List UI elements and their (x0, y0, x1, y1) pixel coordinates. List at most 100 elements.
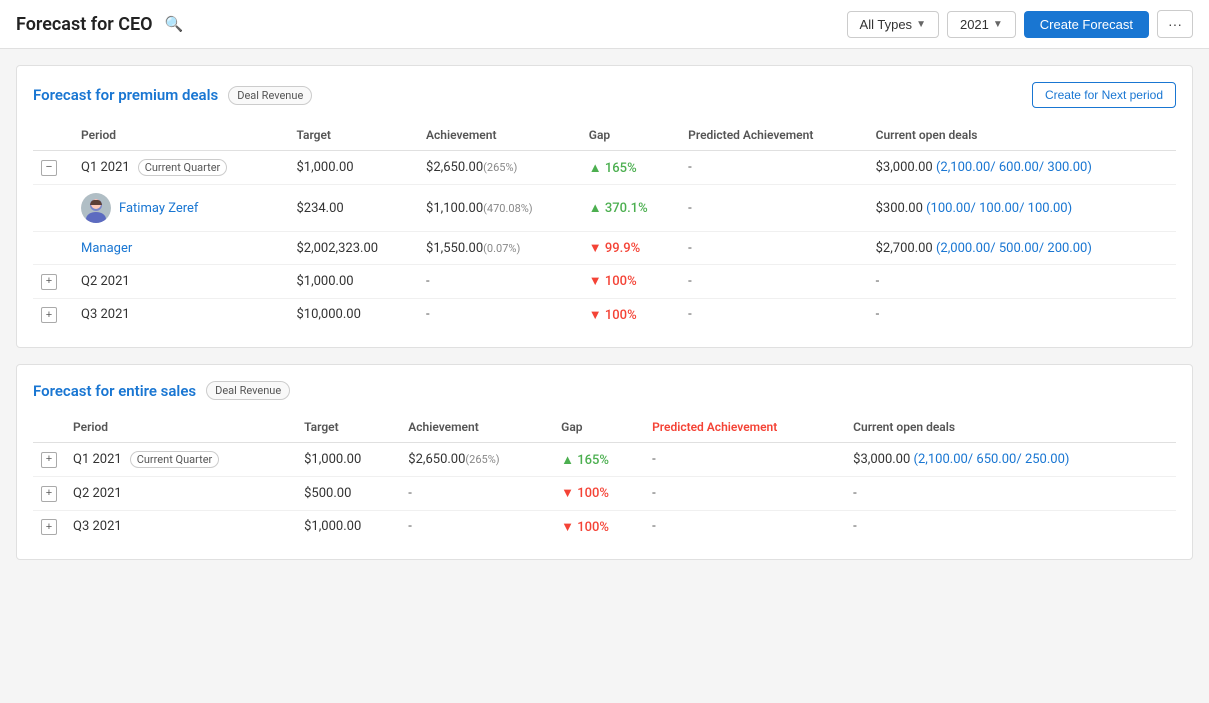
period-label: Q1 2021 (73, 452, 122, 467)
collapse-button[interactable]: − (41, 160, 57, 176)
achievement-cell: - (418, 298, 581, 331)
col-expand (33, 120, 73, 151)
col-predicted-header: Predicted Achievement (680, 120, 867, 151)
open-deals-cell: $3,000.00 (2,100.00/ 600.00/ 300.00) (868, 151, 1176, 185)
gap-cell: ▼ 100% (553, 477, 644, 511)
target-cell: $1,000.00 (296, 443, 400, 477)
gap-cell: ▲ 165% (553, 443, 644, 477)
open-deals-cell: - (868, 265, 1176, 299)
table-row: + Q2 2021 $500.00 - ▼ 100% - - (33, 477, 1176, 511)
table-row: + Q2 2021 $1,000.00 - ▼ 100% - - (33, 265, 1176, 299)
col-target-header: Target (288, 120, 418, 151)
gap-value: ▼ 100% (561, 486, 609, 501)
person-cell: Fatimay Zeref (73, 185, 288, 232)
expand-button[interactable]: + (41, 274, 57, 290)
type-filter-label: All Types (860, 17, 913, 32)
type-filter-arrow-icon: ▼ (916, 19, 926, 30)
expand-button[interactable]: + (41, 307, 57, 323)
open-deals-cell: - (845, 477, 1176, 511)
create-next-period-button[interactable]: Create for Next period (1032, 82, 1176, 108)
main-content: Forecast for premium deals Deal Revenue … (0, 49, 1209, 576)
year-filter-dropdown[interactable]: 2021 ▼ (947, 11, 1016, 38)
search-icon-button[interactable]: 🔍 (161, 13, 188, 35)
achievement-cell: $1,550.00(0.07%) (418, 232, 581, 265)
more-options-button[interactable]: ··· (1157, 10, 1193, 38)
target-cell: $1,000.00 (296, 510, 400, 543)
table-row: + Q3 2021 $10,000.00 - ▼ 100% - - (33, 298, 1176, 331)
predicted-cell: - (680, 185, 867, 232)
card-header-left-premium: Forecast for premium deals Deal Revenue (33, 86, 312, 105)
forecast-card-entire: Forecast for entire sales Deal Revenue P… (16, 364, 1193, 560)
create-forecast-button[interactable]: Create Forecast (1024, 11, 1149, 38)
table-row: Manager $2,002,323.00 $1,550.00(0.07%) ▼… (33, 232, 1176, 265)
period-label: Q2 2021 (81, 274, 130, 289)
forecast-card-premium: Forecast for premium deals Deal Revenue … (16, 65, 1193, 348)
period-label: Q3 2021 (73, 519, 122, 534)
col-open-deals-header: Current open deals (868, 120, 1176, 151)
achievement-cell: - (418, 265, 581, 299)
expand-cell: + (33, 265, 73, 299)
gap-value: ▼ 100% (561, 520, 609, 535)
period-cell: Q3 2021 (65, 510, 296, 543)
achievement-cell: $2,650.00(265%) (418, 151, 581, 185)
header: Forecast for CEO 🔍 All Types ▼ 2021 ▼ Cr… (0, 0, 1209, 49)
open-deals-cell: $2,700.00 (2,000.00/ 500.00/ 200.00) (868, 232, 1176, 265)
gap-value: ▼ 99.9% (589, 241, 640, 256)
gap-cell: ▲ 370.1% (581, 185, 680, 232)
open-deals-cell: - (845, 510, 1176, 543)
current-quarter-badge: Current Quarter (130, 451, 220, 468)
period-cell: Q1 2021 Current Quarter (65, 443, 296, 477)
expand-cell: − (33, 151, 73, 185)
achievement-cell: - (400, 477, 553, 511)
predicted-cell: - (680, 298, 867, 331)
period-cell: Q2 2021 (73, 265, 288, 299)
expand-button[interactable]: + (41, 486, 57, 502)
expand-cell: + (33, 510, 65, 543)
open-deals-cell: - (868, 298, 1176, 331)
predicted-cell: - (644, 477, 845, 511)
gap-value: ▲ 370.1% (589, 201, 648, 216)
achievement-cell: - (400, 510, 553, 543)
type-filter-dropdown[interactable]: All Types ▼ (847, 11, 939, 38)
expand-button[interactable]: + (41, 452, 57, 468)
target-cell: $2,002,323.00 (288, 232, 418, 265)
achievement-cell: $2,650.00(265%) (400, 443, 553, 477)
premium-title: Forecast for premium deals (33, 86, 218, 104)
page-title: Forecast for CEO (16, 14, 153, 35)
gap-cell: ▼ 100% (553, 510, 644, 543)
gap-cell: ▲ 165% (581, 151, 680, 185)
predicted-cell: - (644, 443, 845, 477)
expand-button[interactable]: + (41, 519, 57, 535)
expand-cell: + (33, 477, 65, 511)
col-gap-header: Gap (553, 412, 644, 443)
gap-value: ▲ 165% (589, 161, 637, 176)
table-row: + Q1 2021 Current Quarter $1,000.00 $2,6… (33, 443, 1176, 477)
premium-table-header: Period Target Achievement Gap Predicted … (33, 120, 1176, 151)
target-cell: $10,000.00 (288, 298, 418, 331)
person-name[interactable]: Fatimay Zeref (119, 201, 198, 216)
predicted-cell: - (680, 265, 867, 299)
gap-value: ▲ 165% (561, 453, 609, 468)
period-cell: Q1 2021 Current Quarter (73, 151, 288, 185)
target-cell: $1,000.00 (288, 151, 418, 185)
gap-value: ▼ 100% (589, 308, 637, 323)
table-row: − Q1 2021 Current Quarter $1,000.00 $2,6… (33, 151, 1176, 185)
target-cell: $1,000.00 (288, 265, 418, 299)
period-cell: Q3 2021 (73, 298, 288, 331)
gap-value: ▼ 100% (589, 274, 637, 289)
col-predicted-header: Predicted Achievement (644, 412, 845, 443)
col-gap-header: Gap (581, 120, 680, 151)
predicted-cell: - (680, 151, 867, 185)
card-header-premium: Forecast for premium deals Deal Revenue … (33, 82, 1176, 108)
gap-cell: ▼ 100% (581, 265, 680, 299)
period-label: Q2 2021 (73, 486, 122, 501)
year-filter-label: 2021 (960, 17, 989, 32)
col-period-header: Period (73, 120, 288, 151)
open-deals-cell: $300.00 (100.00/ 100.00/ 100.00) (868, 185, 1176, 232)
target-cell: $234.00 (288, 185, 418, 232)
expand-cell: + (33, 443, 65, 477)
header-left: Forecast for CEO 🔍 (16, 13, 187, 35)
col-target-header: Target (296, 412, 400, 443)
person-name[interactable]: Manager (81, 241, 132, 256)
gap-cell: ▼ 99.9% (581, 232, 680, 265)
